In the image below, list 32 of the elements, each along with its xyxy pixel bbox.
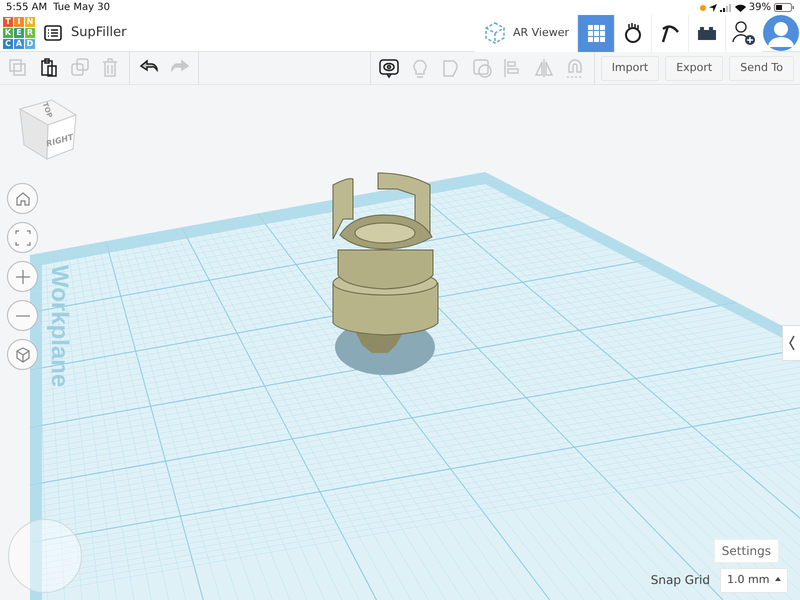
toolbar-button[interactable]: Send To — [729, 56, 794, 80]
pickaxe-icon — [660, 23, 680, 43]
cube-icon[interactable] — [7, 339, 38, 370]
add-user-icon[interactable] — [725, 14, 762, 52]
dot-icon — [700, 4, 706, 10]
project-title[interactable]: SupFiller — [71, 23, 126, 43]
view-mode-tab[interactable] — [651, 14, 688, 52]
toolbar-button[interactable]: Import — [600, 56, 660, 80]
fit-view-icon[interactable] — [7, 222, 38, 253]
workplane-label: Workplane — [46, 265, 73, 388]
home-icon[interactable] — [7, 183, 38, 214]
grid-icon — [586, 23, 606, 43]
zoom-out-icon[interactable] — [7, 300, 38, 331]
cube-right-label: RIGHT — [44, 132, 75, 150]
battery-icon — [774, 3, 794, 12]
view-mode-tab[interactable] — [614, 14, 651, 52]
cube-icon — [482, 21, 507, 45]
snap-grid-select[interactable]: 1.0 mm — [720, 568, 788, 592]
zoom-in-icon[interactable] — [7, 261, 38, 292]
signal-icon — [720, 4, 732, 12]
wifi-icon — [734, 4, 746, 12]
location-icon — [708, 4, 717, 12]
panel-toggle-icon[interactable] — [782, 325, 800, 361]
battery-percentage: 39% — [748, 1, 771, 15]
snap-grid-label: Snap Grid — [650, 572, 710, 590]
caret-icon — [775, 577, 781, 581]
toolbar-button[interactable]: Export — [665, 56, 724, 80]
status-date: Tue May 30 — [53, 1, 110, 15]
logo[interactable]: T I N K E R C A D — [3, 17, 35, 49]
status-time: 5:55 AM — [6, 1, 48, 15]
settings-button[interactable]: Settings — [714, 539, 779, 563]
view-mode-tab[interactable] — [688, 14, 725, 52]
